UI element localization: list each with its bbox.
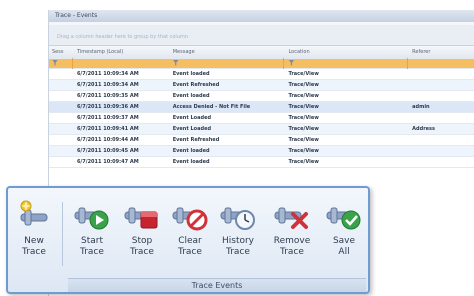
history-trace-icon — [219, 198, 257, 232]
table-row[interactable]: 6/7/2011 10:09:41 AM Event Loaded Trace/Vi… — [49, 124, 474, 135]
save-all-label-line1: Save — [332, 236, 356, 246]
filter-icon[interactable] — [172, 59, 179, 66]
row-message-cell: Event loaded — [172, 70, 210, 77]
row-location-cell: Trace/View — [288, 147, 319, 154]
row-location-cell: Trace/View — [288, 70, 319, 77]
filter-icon[interactable] — [52, 59, 58, 66]
row-location-cell: Trace/View — [288, 136, 319, 143]
row-timestamp-cell: 6/7/2011 10:09:34 AM — [76, 70, 139, 77]
row-referer-cell: Address — [412, 125, 436, 132]
row-message-cell: Event Loaded — [172, 125, 212, 132]
stop-trace-icon — [123, 198, 161, 232]
stop-trace-label-line2: Trace — [130, 247, 154, 257]
grid-body: 6/7/2011 10:09:34 AM Event loaded Trace/Vi… — [49, 69, 474, 168]
stop-trace-button[interactable]: Stop Trace — [120, 198, 164, 270]
row-timestamp-cell: 6/7/2011 10:09:35 AM — [76, 92, 139, 99]
row-timestamp-cell: 6/7/2011 10:09:47 AM — [76, 158, 139, 165]
column-header-timestamp[interactable]: Timestamp (Local) — [73, 47, 169, 58]
start-trace-label-line2: Trace — [80, 247, 104, 257]
remove-trace-button[interactable]: Remove Trace — [270, 198, 314, 270]
history-trace-button[interactable]: History Trace — [216, 198, 260, 270]
remove-trace-label-line1: Remove — [273, 236, 311, 246]
new-trace-label-line1: New — [24, 236, 44, 246]
row-timestamp-cell: 6/7/2011 10:09:45 AM — [76, 147, 139, 154]
filter-icon[interactable] — [288, 59, 295, 66]
new-trace-icon — [15, 198, 53, 232]
row-message-cell: Event Loaded — [172, 114, 212, 121]
new-trace-button[interactable]: New Trace — [12, 198, 56, 270]
table-row[interactable]: 6/7/2011 10:09:44 AM Event Refreshed Trace… — [49, 135, 474, 146]
column-header-location[interactable]: Location — [284, 47, 408, 58]
table-row[interactable]: 6/7/2011 10:09:37 AM Event Loaded Trace/Vi… — [49, 113, 474, 124]
row-message-cell: Event loaded — [172, 92, 210, 99]
ribbon-separator — [62, 202, 63, 266]
ribbon-group-label: Trace Events — [68, 278, 366, 292]
remove-trace-icon — [273, 198, 311, 232]
row-location-cell: Trace/View — [288, 103, 319, 110]
row-timestamp-cell: 6/7/2011 10:09:41 AM — [76, 125, 139, 132]
remove-trace-label-line2: Trace — [280, 247, 304, 257]
row-timestamp-cell: 6/7/2011 10:09:44 AM — [76, 136, 139, 143]
trace-ribbon: New Trace Start Trace Stop Trace Clear T… — [6, 186, 370, 294]
row-message-cell: Event loaded — [172, 147, 210, 154]
save-all-label-line2: All — [338, 247, 350, 257]
start-trace-label-line1: Start — [81, 236, 103, 246]
table-row[interactable]: 6/7/2011 10:09:45 AM Event loaded Trace/Vi… — [49, 146, 474, 157]
row-location-cell: Trace/View — [288, 92, 319, 99]
history-trace-label-line2: Trace — [226, 247, 250, 257]
row-timestamp-cell: 6/7/2011 10:09:34 AM — [76, 81, 139, 88]
stop-trace-label-line1: Stop — [131, 236, 153, 246]
save-all-button[interactable]: Save All — [322, 198, 366, 270]
table-row[interactable]: 6/7/2011 10:09:36 AM Access Denied - Not … — [49, 102, 474, 113]
start-trace-icon — [73, 198, 111, 232]
save-all-icon — [325, 198, 363, 232]
column-header-referer[interactable]: Referer — [408, 47, 474, 58]
row-message-cell: Event loaded — [172, 158, 210, 165]
column-header-message[interactable]: Message — [169, 47, 285, 58]
row-timestamp-cell: 6/7/2011 10:09:36 AM — [76, 103, 139, 110]
window-title: Trace - Events — [49, 10, 474, 22]
table-row[interactable]: 6/7/2011 10:09:35 AM Event loaded Trace/Vi… — [49, 91, 474, 102]
history-trace-label-line1: History — [221, 236, 255, 246]
row-message-cell: Access Denied - Not Fit File — [172, 103, 251, 110]
filter-cell-session[interactable] — [49, 58, 73, 69]
row-location-cell: Trace/View — [288, 158, 319, 165]
row-location-cell: Trace/View — [288, 125, 319, 132]
table-row[interactable]: 6/7/2011 10:09:34 AM Event Refreshed Trace… — [49, 80, 474, 91]
filter-cell-location[interactable] — [284, 58, 409, 69]
clear-trace-label-line1: Clear — [178, 236, 202, 246]
row-referer-cell: admin — [412, 103, 430, 110]
clear-trace-label-line2: Trace — [178, 247, 202, 257]
group-by-hint[interactable]: Drag a column header here to group by th… — [49, 22, 474, 46]
row-location-cell: Trace/View — [288, 114, 319, 121]
filter-row — [49, 58, 474, 69]
row-message-cell: Event Refreshed — [172, 81, 220, 88]
table-row[interactable]: 6/7/2011 10:09:34 AM Event loaded Trace/Vi… — [49, 69, 474, 80]
row-message-cell: Event Refreshed — [172, 136, 220, 143]
clear-trace-button[interactable]: Clear Trace — [168, 198, 212, 270]
filter-cell-message[interactable] — [169, 58, 285, 69]
row-location-cell: Trace/View — [288, 81, 319, 88]
column-header-session[interactable]: Sess — [49, 47, 73, 58]
table-row[interactable]: 6/7/2011 10:09:47 AM Event loaded Trace/Vi… — [49, 157, 474, 168]
clear-trace-icon — [171, 198, 209, 232]
new-trace-label-line2: Trace — [22, 247, 46, 257]
start-trace-button[interactable]: Start Trace — [70, 198, 114, 270]
row-timestamp-cell: 6/7/2011 10:09:37 AM — [76, 114, 139, 121]
